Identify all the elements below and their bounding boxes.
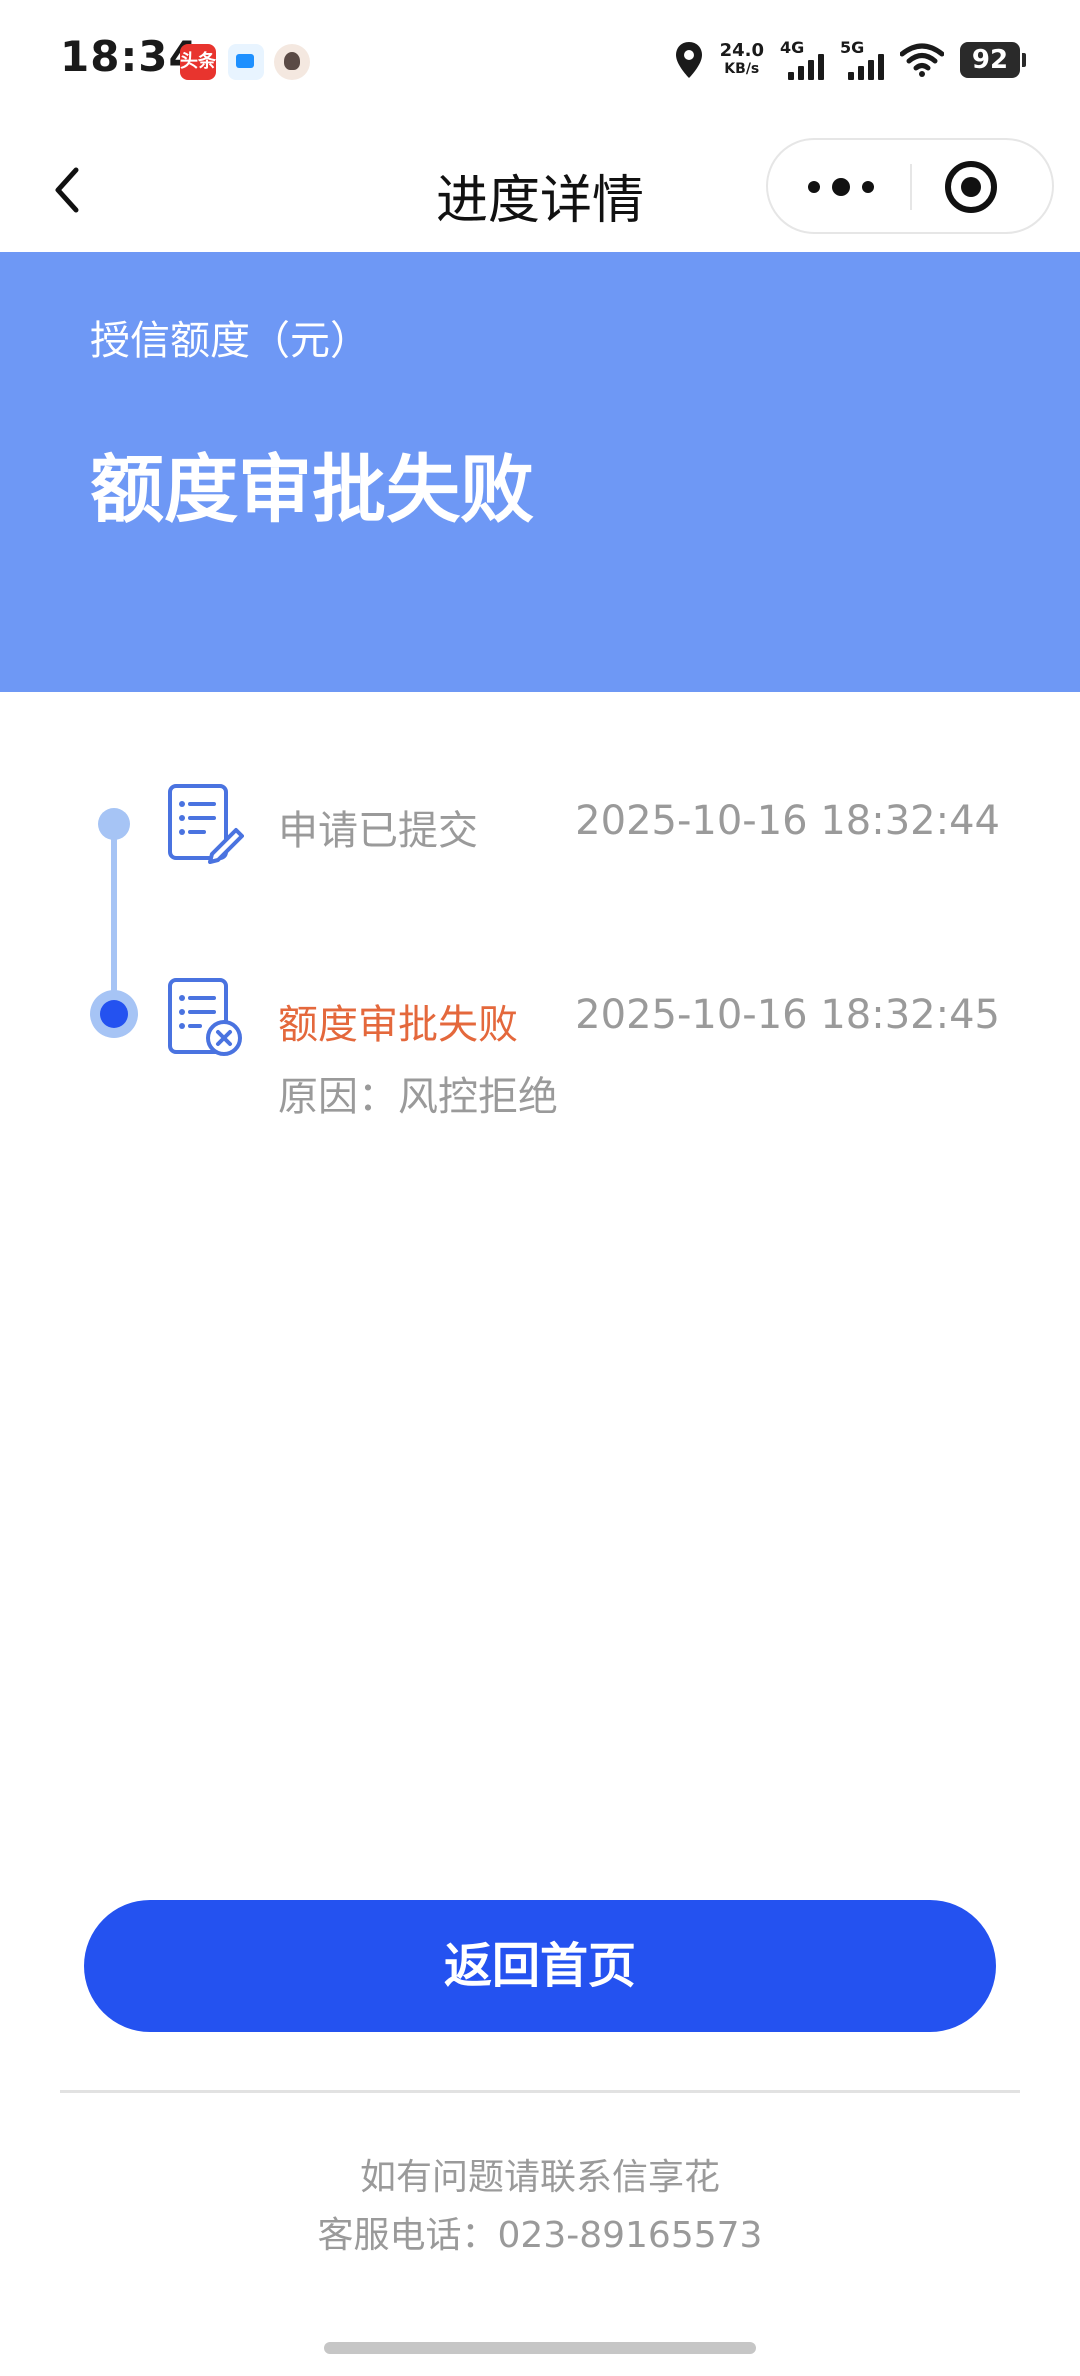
- capsule-divider: [910, 164, 912, 210]
- signal-bars-icon: [848, 54, 884, 80]
- signal-bars-icon: [788, 54, 824, 80]
- message-app-icon: [228, 44, 264, 80]
- credit-banner: 授信额度（元） 额度审批失败: [0, 252, 1080, 692]
- toutiao-app-icon: 头条: [180, 44, 216, 80]
- credit-status: 额度审批失败: [90, 447, 534, 533]
- timeline-item-submitted-time: 2025-10-16 18:32:44: [575, 798, 1000, 844]
- nav-bar: 进度详情: [0, 130, 1080, 250]
- document-edit-icon: [168, 784, 244, 864]
- more-dots-icon[interactable]: [798, 160, 884, 214]
- battery-indicator: 92: [960, 42, 1026, 78]
- timeline-item-failed-title: 额度审批失败: [278, 1002, 518, 1048]
- timeline-dot-current: [90, 990, 138, 1038]
- timeline-item-failed-time: 2025-10-16 18:32:45: [575, 992, 1000, 1038]
- speed-value: 24.0: [719, 40, 764, 61]
- wifi-icon: [900, 43, 944, 77]
- status-bar: 18:34 头条 24.0 KB/s 4G 5G 92: [0, 0, 1080, 120]
- network-speed: 24.0 KB/s: [720, 42, 764, 78]
- credit-limit-label: 授信额度（元）: [90, 318, 370, 364]
- signal-5g: 5G: [840, 38, 884, 82]
- footer-contact-text: 如有问题请联系信享花: [359, 2157, 720, 2198]
- status-indicators: 24.0 KB/s 4G 5G 92: [674, 34, 1026, 86]
- signal-4g: 4G: [780, 38, 824, 82]
- document-reject-icon: [168, 978, 242, 1056]
- timeline-dot-submitted: [98, 808, 130, 840]
- location-icon: [675, 42, 702, 78]
- avatar-app-icon: [274, 44, 310, 80]
- speed-unit: KB/s: [724, 61, 760, 77]
- timeline-connector: [111, 822, 117, 1012]
- target-close-icon[interactable]: [938, 156, 1004, 218]
- footer-divider: [60, 2090, 1020, 2093]
- timeline-item-submitted-title: 申请已提交: [278, 808, 478, 854]
- mini-program-capsule: [766, 138, 1054, 234]
- footer-service-phone[interactable]: 客服电话：023-89165573: [0, 2206, 1080, 2258]
- status-time: 18:34: [60, 32, 199, 81]
- timeline-item-failed-reason: 原因：风控拒绝: [278, 1074, 558, 1120]
- progress-timeline: 申请已提交 2025-10-16 18:32:44 额度审批失败 2025-10…: [0, 760, 1080, 1180]
- return-home-button[interactable]: 返回首页: [84, 1900, 996, 2032]
- home-indicator[interactable]: [324, 2342, 756, 2354]
